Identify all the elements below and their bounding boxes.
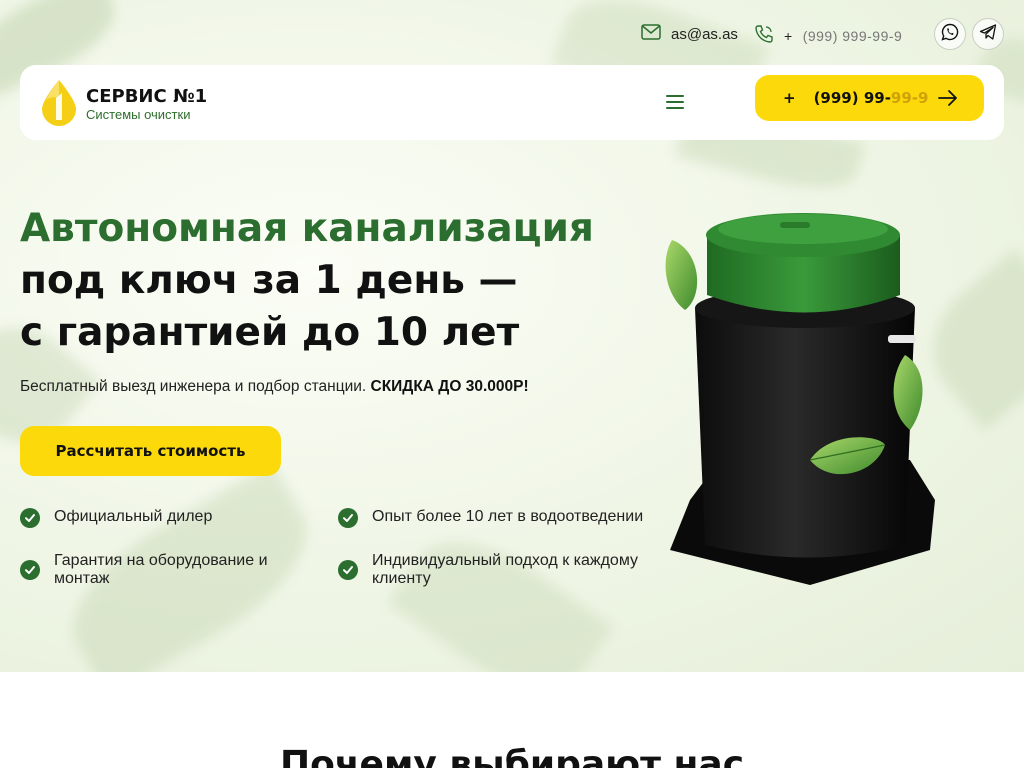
check-circle-icon: [20, 560, 40, 580]
telegram-button[interactable]: [972, 18, 1004, 50]
feature-text: Гарантия на оборудование и монтаж: [54, 552, 268, 587]
hero-subtitle: Бесплатный выезд инженера и подбор станц…: [20, 378, 529, 396]
cta-phone-prefix: +: [783, 89, 796, 107]
logo[interactable]: СЕРВИС №1 Системы очистки: [38, 78, 207, 131]
check-circle-icon: [338, 508, 358, 528]
hero-title-line3: с гарантией до 10 лет: [20, 310, 520, 355]
phone-text: (999) 999-99-9: [802, 27, 903, 44]
menu-icon[interactable]: [666, 95, 684, 109]
feature-item: Опыт более 10 лет в водоотведении: [338, 508, 658, 528]
section-title: Почему выбирают нас: [279, 744, 745, 768]
email-text: as@as.as: [671, 25, 738, 43]
feature-text: Опыт более 10 лет в водоотведении: [372, 508, 644, 525]
water-drop-logo-icon: [38, 78, 80, 131]
email-link[interactable]: as@as.as: [641, 24, 738, 44]
hero-title: Автономная канализация под ключ за 1 ден…: [20, 203, 594, 359]
phone-link[interactable]: + (999) 999-99-9: [754, 24, 902, 47]
arrow-right-icon: [938, 88, 958, 112]
cta-phone-fade: 99-9: [890, 89, 929, 107]
hero-title-line2: под ключ за 1 день —: [20, 258, 518, 303]
logo-title: СЕРВИС №1: [86, 85, 208, 107]
top-contact-bar: as@as.as + (999) 999-99-9: [0, 18, 1024, 52]
septic-tank-image: [660, 200, 960, 600]
hero-subtitle-discount: СКИДКА ДО 30.000Р!: [370, 378, 529, 395]
whatsapp-icon: [941, 23, 959, 46]
check-circle-icon: [20, 508, 40, 528]
feature-item: Официальный дилер: [20, 508, 320, 528]
calculate-cost-button[interactable]: Рассчитать стоимость: [20, 426, 281, 476]
why-us-section: Почему выбирают нас: [0, 672, 1024, 768]
mail-icon: [641, 24, 661, 44]
cta-phone-main: (999) 99-: [813, 89, 891, 107]
feature-text: Официальный дилер: [54, 508, 213, 525]
header-phone-button[interactable]: + (999) 99-99-9: [755, 75, 984, 121]
logo-subtitle: Системы очистки: [86, 106, 191, 122]
feature-item: Гарантия на оборудование и монтаж: [20, 552, 300, 588]
site-header: СЕРВИС №1 Системы очистки + (999) 99-99-…: [20, 65, 1004, 140]
check-circle-icon: [338, 560, 358, 580]
feature-item: Индивидуальный подход к каждому клиенту: [338, 552, 648, 588]
phone-prefix: +: [784, 27, 793, 44]
feature-text: Индивидуальный подход к каждому клиенту: [372, 552, 638, 587]
hero-subtitle-text: Бесплатный выезд инженера и подбор станц…: [20, 378, 371, 395]
whatsapp-button[interactable]: [934, 18, 966, 50]
telegram-icon: [979, 23, 997, 46]
hero-title-line1: Автономная канализация: [20, 206, 594, 251]
phone-icon: [754, 24, 774, 47]
